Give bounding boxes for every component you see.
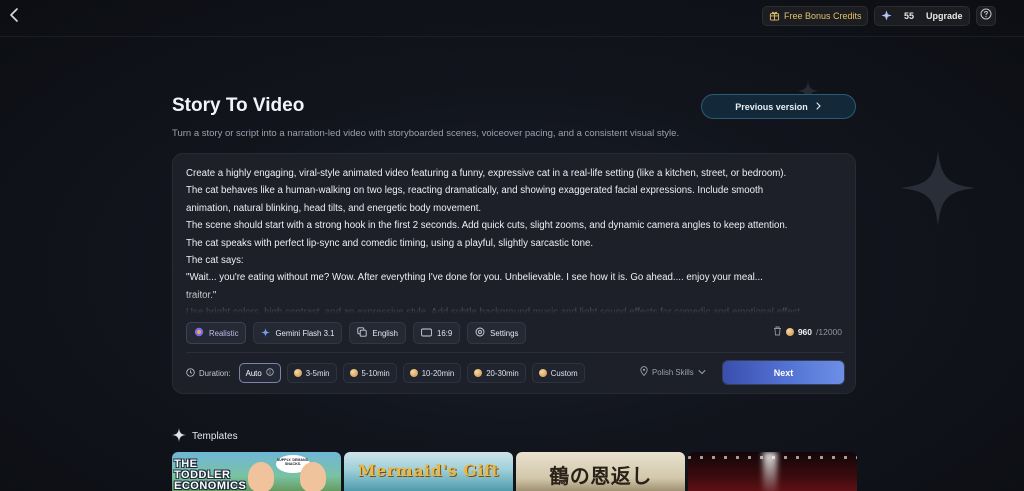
page-title: Story To Video (172, 95, 305, 116)
aspect-ratio-label: 16:9 (436, 328, 453, 338)
duration-option-5-10min[interactable]: 5-10min (342, 363, 397, 383)
help-button[interactable] (976, 6, 996, 26)
duration-option-label: Custom (550, 368, 578, 378)
back-arrow-icon[interactable] (6, 6, 24, 24)
style-label: Realistic (209, 328, 239, 338)
info-icon (265, 368, 274, 378)
model-select[interactable]: Gemini Flash 3.1 (253, 322, 343, 344)
next-button-label: Next (773, 367, 794, 378)
template-title: Mermaid's Gift (357, 461, 500, 480)
credits-upgrade-button[interactable]: 55 Upgrade (874, 6, 970, 26)
prompt-line: The cat speaks with perfect lip-sync and… (186, 237, 594, 249)
pin-icon (640, 366, 648, 378)
previous-version-button[interactable]: Previous version (701, 94, 856, 119)
next-button[interactable]: Next (723, 361, 844, 384)
polish-skills-label: Polish Skills (652, 367, 694, 377)
coin-icon (538, 369, 547, 377)
question-icon (980, 7, 992, 25)
prompt-line: The cat behaves like a human-walking on … (186, 185, 764, 197)
story-input-card: Create a highly engaging, viral-style an… (172, 153, 856, 394)
settings-button[interactable]: Settings (467, 322, 527, 344)
story-prompt-textarea[interactable]: Create a highly engaging, viral-style an… (186, 165, 844, 314)
templates-heading: Templates (172, 428, 238, 445)
language-select[interactable]: English (349, 322, 406, 344)
duration-option-10-20min[interactable]: 10-20min (402, 363, 462, 383)
prompt-line: traitor." (186, 289, 217, 301)
prompt-line: Create a highly engaging, viral-style an… (186, 168, 787, 179)
upgrade-label: Upgrade (926, 11, 963, 21)
gift-icon (769, 10, 780, 23)
model-label: Gemini Flash 3.1 (275, 328, 335, 338)
coin-icon (293, 369, 302, 377)
template-title: THE TODDLER ECONOMICS (174, 458, 247, 491)
style-select[interactable]: Realistic (186, 322, 247, 344)
previous-version-label: Previous version (735, 101, 808, 112)
duration-option-label: Auto (245, 368, 262, 378)
prompt-line: The scene should start with a strong hoo… (186, 220, 788, 232)
templates-heading-label: Templates (192, 431, 238, 442)
duration-label: Duration: (186, 367, 231, 379)
free-bonus-credits-button[interactable]: Free Bonus Credits (762, 6, 868, 26)
duration-option-label: 10-20min (421, 368, 455, 378)
credit-cost-total: /12000 (816, 327, 842, 337)
credit-cost-value: 960 (797, 327, 812, 337)
template-card[interactable]: 鶴の恩返し (516, 452, 685, 491)
sparkle-icon (172, 428, 186, 445)
diamond-icon (881, 9, 892, 23)
clock-icon (186, 367, 195, 379)
translate-icon (357, 327, 368, 339)
chevron-down-icon (698, 368, 706, 377)
prompt-line: animation, natural blinking, head tilts,… (186, 202, 482, 214)
spotlight-illustration (763, 452, 777, 491)
duration-option-20-30min[interactable]: 20-30min (467, 363, 526, 383)
top-bar: Free Bonus Credits 55 Upgrade (0, 0, 1024, 32)
trash-icon[interactable] (773, 326, 782, 338)
aspect-ratio-icon (421, 328, 432, 339)
polish-skills-dropdown[interactable]: Polish Skills (640, 366, 706, 378)
coin-icon (349, 369, 358, 377)
duration-row: Duration: Auto 3-5min 5-10min 10-20min 2… (186, 362, 585, 384)
card-divider (186, 352, 844, 353)
gemini-icon (261, 327, 271, 339)
settings-label: Settings (490, 328, 519, 338)
top-divider (0, 36, 1024, 37)
duration-label-text: Duration: (199, 368, 231, 378)
template-character-illustration (300, 462, 326, 491)
prompt-line: The cat says: (186, 255, 244, 267)
coin-icon (409, 369, 418, 377)
sparkle-decoration-icon (900, 150, 976, 226)
duration-option-label: 3-5min (305, 368, 330, 378)
template-list: THE TODDLER ECONOMICS SUPPLY. DEMAND. SN… (172, 452, 857, 491)
template-card[interactable] (688, 452, 857, 491)
duration-option-label: 5-10min (361, 368, 390, 378)
duration-option-custom[interactable]: Custom (531, 363, 585, 383)
duration-option-3-5min[interactable]: 3-5min (286, 363, 337, 383)
credit-cost: 960 /12000 (773, 326, 842, 338)
settings-icon (475, 327, 485, 339)
template-character-illustration (248, 462, 274, 491)
template-card[interactable]: THE TODDLER ECONOMICS SUPPLY. DEMAND. SN… (172, 452, 341, 491)
aspect-ratio-select[interactable]: 16:9 (412, 322, 461, 344)
template-title: 鶴の恩返し (549, 464, 652, 488)
realistic-style-icon (194, 327, 204, 339)
prompt-line: "Wait... you're eating without me? Wow. … (186, 272, 763, 284)
free-bonus-credits-label: Free Bonus Credits (784, 11, 862, 21)
options-row: Realistic Gemini Flash 3.1 English 16:9 … (186, 322, 527, 344)
template-card[interactable]: Mermaid's Gift (344, 452, 513, 491)
coin-icon (785, 328, 794, 336)
prompt-line: Use bright colors, high contrast, and an… (186, 307, 803, 314)
chevron-right-icon (814, 101, 822, 112)
page-subtitle: Turn a story or script into a narration-… (172, 128, 680, 139)
credits-count: 55 (904, 11, 915, 21)
duration-option-label: 20-30min (486, 368, 519, 378)
coin-icon (474, 369, 483, 377)
duration-option-auto[interactable]: Auto (238, 363, 281, 383)
language-label: English (372, 328, 398, 338)
